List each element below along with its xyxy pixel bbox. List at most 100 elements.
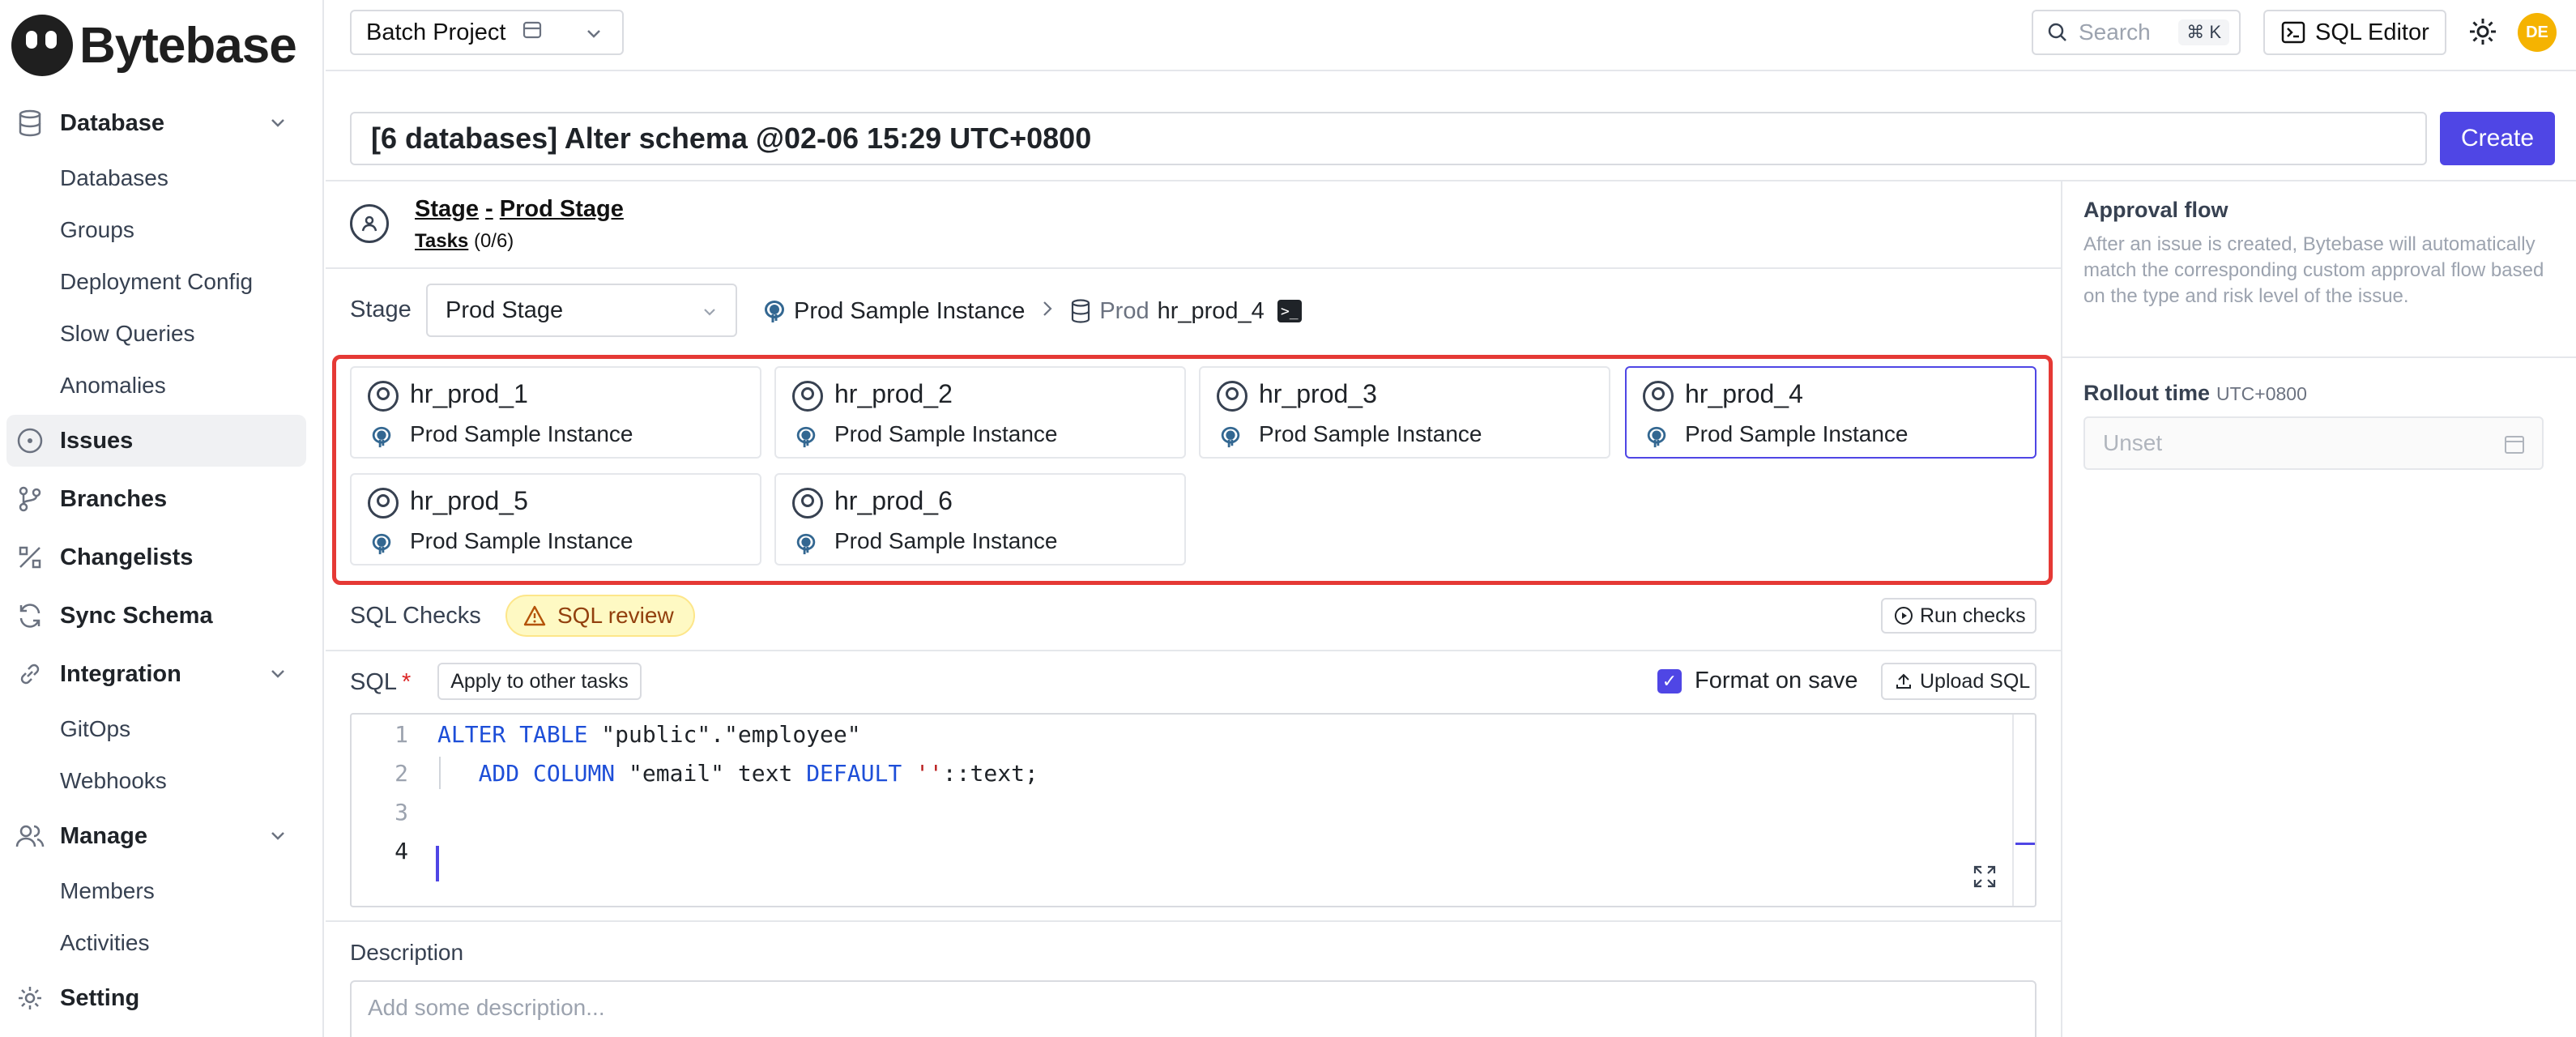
- create-button[interactable]: Create: [2440, 112, 2555, 165]
- task-card-hr-prod-5[interactable]: hr_prod_5 Prod Sample Instance: [350, 473, 761, 565]
- task-instance-name: Prod Sample Instance: [834, 421, 1058, 446]
- sql-review-badge[interactable]: SQL review: [505, 595, 695, 637]
- sidebar-group-integration[interactable]: Integration: [0, 648, 306, 700]
- search-input[interactable]: Search ⌘ K: [2032, 10, 2241, 55]
- user-avatar[interactable]: DE: [2518, 13, 2557, 52]
- task-card-hr-prod-4[interactable]: hr_prod_4 Prod Sample Instance: [1625, 366, 2036, 459]
- sql-editor[interactable]: 1 ALTER TABLE "public"."employee" 2 ADD C…: [350, 713, 2036, 907]
- database-link[interactable]: hr_prod_4: [1158, 298, 1265, 325]
- breadcrumb-separator: -: [485, 196, 493, 222]
- terminal-icon[interactable]: >_: [1277, 300, 1302, 322]
- code-text: ALTER TABLE "public"."employee": [437, 720, 861, 748]
- stage-select-value: Prod Stage: [446, 297, 564, 323]
- sql-checks-label: SQL Checks: [350, 603, 481, 629]
- users-icon: [15, 821, 45, 851]
- top-bar: Batch Project Search ⌘ K SQL Editor DE: [326, 0, 2576, 71]
- sidebar-item-branches[interactable]: Branches: [0, 473, 306, 525]
- description-label: Description: [350, 940, 464, 965]
- task-card-hr-prod-1[interactable]: hr_prod_1 Prod Sample Instance: [350, 366, 761, 459]
- user-circle-icon: [1643, 381, 1674, 412]
- chevron-down-icon: [583, 23, 604, 50]
- postgres-icon: [1218, 425, 1243, 453]
- postgres-icon: [761, 298, 787, 324]
- chevron-down-icon: [700, 301, 719, 328]
- line-number: 2: [395, 759, 408, 787]
- task-database-name: hr_prod_6: [834, 486, 953, 515]
- git-branch-icon: [15, 484, 45, 514]
- sidebar-item-sync-schema[interactable]: Sync Schema: [0, 590, 306, 642]
- sidebar-item-webhooks[interactable]: Webhooks: [60, 757, 167, 805]
- sidebar-item-changelists[interactable]: Changelists: [0, 531, 306, 583]
- editor-scrollbar[interactable]: [2012, 715, 2035, 906]
- link-icon: [15, 659, 45, 689]
- required-mark: *: [402, 669, 412, 695]
- brand-logo[interactable]: Bytebase: [11, 15, 297, 76]
- format-on-save-label: Format on save: [1695, 668, 1858, 693]
- sidebar-item-anomalies[interactable]: Anomalies: [60, 361, 166, 410]
- instance-link[interactable]: Prod Sample Instance: [794, 298, 1025, 325]
- chevron-down-icon: [267, 112, 288, 139]
- stage-breadcrumb: Stage - Prod Stage: [415, 196, 624, 223]
- task-instance-name: Prod Sample Instance: [410, 528, 633, 553]
- upload-sql-button[interactable]: Upload SQL: [1881, 663, 2036, 700]
- run-checks-label: Run checks: [1920, 604, 2026, 627]
- task-instance-name: Prod Sample Instance: [1685, 421, 1909, 446]
- task-card-hr-prod-6[interactable]: hr_prod_6 Prod Sample Instance: [774, 473, 1186, 565]
- line-number: 1: [395, 720, 408, 748]
- sidebar-item-gitops[interactable]: GitOps: [60, 705, 130, 753]
- sidebar-item-setting[interactable]: Setting: [0, 972, 306, 1024]
- stage-name-link[interactable]: Prod Stage: [500, 196, 624, 222]
- postgres-icon: [1644, 425, 1669, 453]
- task-database-name: hr_prod_2: [834, 379, 953, 408]
- code-text: ADD COLUMN "email" text DEFAULT ''::text…: [478, 759, 1039, 787]
- brand-name: Bytebase: [79, 17, 297, 74]
- sidebar-item-slow-queries[interactable]: Slow Queries: [60, 309, 195, 358]
- expand-icon[interactable]: [1972, 864, 1998, 895]
- sidebar-item-activities[interactable]: Activities: [60, 919, 149, 967]
- editor-line: 2 ADD COLUMN "email" text DEFAULT ''::te…: [352, 753, 1039, 792]
- sidebar-item-members[interactable]: Members: [60, 867, 155, 915]
- line-number: 3: [395, 798, 408, 826]
- task-database-name: hr_prod_3: [1259, 379, 1377, 408]
- format-on-save-checkbox[interactable]: ✓: [1657, 669, 1682, 693]
- warning-icon: [523, 605, 546, 626]
- task-database-name: hr_prod_4: [1685, 379, 1803, 408]
- sidebar-group-label: Database: [60, 109, 164, 136]
- task-card-hr-prod-3[interactable]: hr_prod_3 Prod Sample Instance: [1199, 366, 1610, 459]
- issue-title-input[interactable]: [6 databases] Alter schema @02-06 15:29 …: [350, 112, 2427, 165]
- indent-guide: [439, 757, 441, 789]
- run-checks-button[interactable]: Run checks: [1881, 598, 2036, 634]
- terminal-icon: [2281, 21, 2305, 44]
- database-icon: [1070, 299, 1091, 323]
- changelist-icon: [15, 542, 45, 573]
- stage-link[interactable]: Stage: [415, 196, 479, 222]
- apply-to-other-tasks-button[interactable]: Apply to other tasks: [437, 663, 642, 700]
- sidebar-item-databases[interactable]: Databases: [60, 154, 168, 203]
- stage-status-icon: [350, 204, 389, 243]
- sidebar-item-label: Setting: [60, 984, 140, 1011]
- sidebar-item-label: Changelists: [60, 544, 194, 570]
- sidebar-item-issues[interactable]: Issues: [6, 415, 306, 467]
- tasks-count: (0/6): [473, 230, 514, 252]
- sidebar-item-groups[interactable]: Groups: [60, 206, 134, 254]
- sidebar-item-label: Issues: [60, 427, 134, 454]
- sidebar-item-deployment-config[interactable]: Deployment Config: [60, 258, 253, 306]
- stage-select[interactable]: Prod Stage: [426, 284, 737, 337]
- task-card-hr-prod-2[interactable]: hr_prod_2 Prod Sample Instance: [774, 366, 1186, 459]
- user-circle-icon: [1217, 381, 1247, 412]
- approval-flow-title: Approval flow: [2083, 198, 2228, 222]
- sql-editor-button[interactable]: SQL Editor: [2263, 10, 2446, 55]
- rollout-time-input[interactable]: Unset: [2083, 416, 2544, 470]
- database-icon: [15, 108, 45, 139]
- description-input[interactable]: Add some description...: [350, 980, 2036, 1037]
- calendar-icon: [2503, 433, 2526, 461]
- gear-icon: [15, 983, 45, 1014]
- tasks-link[interactable]: Tasks: [415, 230, 468, 252]
- sidebar-group-database[interactable]: Database: [0, 97, 306, 149]
- environment-name: Prod: [1099, 297, 1149, 324]
- sidebar: Bytebase Database Databases Groups Deplo…: [0, 0, 324, 1037]
- project-selector[interactable]: Batch Project: [350, 10, 624, 55]
- settings-gear-icon[interactable]: [2467, 16, 2498, 51]
- sidebar-group-label: Integration: [60, 660, 181, 687]
- sidebar-group-manage[interactable]: Manage: [0, 810, 306, 862]
